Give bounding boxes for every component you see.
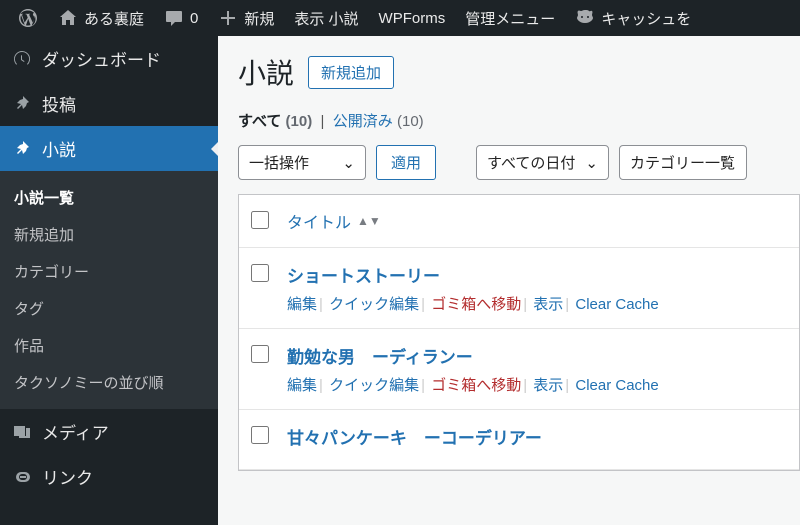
table-row: 甘々パンケーキ ーコーデリアー — [239, 410, 799, 470]
sort-icon: ▲▼ — [357, 214, 381, 228]
apply-button[interactable]: 適用 — [376, 145, 436, 180]
sidebar-item-dashboard[interactable]: ダッシュボード — [0, 36, 218, 81]
sidebar-item-links[interactable]: リンク — [0, 454, 218, 499]
plus-icon — [218, 8, 238, 28]
category-filter-select[interactable]: カテゴリー一覧 — [619, 145, 747, 180]
submenu-tag[interactable]: タグ — [0, 290, 218, 327]
media-icon — [12, 422, 32, 442]
table-header-row: タイトル ▲▼ — [239, 195, 799, 248]
sidebar-item-media[interactable]: メディア — [0, 409, 218, 454]
action-view[interactable]: 表示 — [533, 377, 563, 394]
action-clear-cache[interactable]: Clear Cache — [575, 296, 658, 313]
site-name: ある裏庭 — [84, 8, 144, 29]
date-filter-select[interactable]: すべての日付 ⌄ — [476, 145, 609, 180]
cache-link[interactable]: キャッシュを — [565, 0, 701, 36]
action-edit[interactable]: 編集 — [287, 296, 317, 313]
action-trash[interactable]: ゴミ箱へ移動 — [431, 377, 521, 394]
chevron-down-icon: ⌄ — [342, 154, 355, 172]
row-checkbox[interactable] — [251, 264, 269, 282]
table-row: ショートストーリー 編集| クイック編集| ゴミ箱へ移動| 表示| Clear … — [239, 248, 799, 329]
chevron-down-icon: ⌄ — [585, 154, 598, 172]
comments-count: 0 — [190, 10, 198, 27]
submenu-add[interactable]: 新規追加 — [0, 216, 218, 253]
posts-table: タイトル ▲▼ ショートストーリー 編集| クイック編集| ゴミ箱へ移動| 表示… — [238, 194, 800, 471]
tiger-icon — [575, 8, 595, 28]
row-checkbox[interactable] — [251, 345, 269, 363]
action-quick-edit[interactable]: クイック編集 — [329, 377, 419, 394]
post-title-link[interactable]: 甘々パンケーキ ーコーデリアー — [287, 424, 542, 449]
sidebar-item-novel[interactable]: 小説 — [0, 126, 218, 171]
pin-icon — [12, 94, 32, 114]
wordpress-icon — [18, 8, 38, 28]
sidebar-label: 投稿 — [42, 91, 76, 116]
dashboard-icon — [12, 49, 32, 69]
column-title-header[interactable]: タイトル ▲▼ — [287, 209, 787, 233]
row-actions: 編集| クイック編集| ゴミ箱へ移動| 表示| Clear Cache — [287, 374, 787, 395]
sidebar-label: 小説 — [42, 136, 76, 161]
table-controls: 一括操作 ⌄ 適用 すべての日付 ⌄ カテゴリー一覧 — [238, 145, 800, 180]
submenu-list[interactable]: 小説一覧 — [0, 179, 218, 216]
home-icon — [58, 8, 78, 28]
filter-all[interactable]: すべて (10) — [238, 113, 316, 130]
submenu-taxonomy[interactable]: タクソノミーの並び順 — [0, 364, 218, 401]
action-clear-cache[interactable]: Clear Cache — [575, 377, 658, 394]
comment-icon — [164, 8, 184, 28]
select-all-checkbox[interactable] — [251, 211, 269, 229]
action-edit[interactable]: 編集 — [287, 377, 317, 394]
novel-submenu: 小説一覧 新規追加 カテゴリー タグ 作品 タクソノミーの並び順 — [0, 171, 218, 409]
post-title-link[interactable]: ショートストーリー — [287, 262, 440, 287]
submenu-works[interactable]: 作品 — [0, 327, 218, 364]
main-content: 小説 新規追加 すべて (10) | 公開済み (10) 一括操作 ⌄ 適用 す… — [218, 36, 800, 525]
new-label: 新規 — [244, 8, 274, 29]
admin-sidebar: ダッシュボード 投稿 小説 小説一覧 新規追加 カテゴリー タグ 作品 タクソノ… — [0, 36, 218, 525]
sidebar-label: メディア — [42, 419, 109, 444]
add-new-button[interactable]: 新規追加 — [308, 56, 394, 89]
row-actions: 編集| クイック編集| ゴミ箱へ移動| 表示| Clear Cache — [287, 293, 787, 314]
table-row: 勤勉な男 ーディランー 編集| クイック編集| ゴミ箱へ移動| 表示| Clea… — [239, 329, 799, 410]
bulk-action-select[interactable]: 一括操作 ⌄ — [238, 145, 366, 180]
filter-published[interactable]: 公開済み (10) — [333, 113, 424, 130]
admin-menu-link[interactable]: 管理メニュー — [455, 0, 565, 36]
submenu-category[interactable]: カテゴリー — [0, 253, 218, 290]
status-filters: すべて (10) | 公開済み (10) — [238, 110, 800, 131]
wp-logo[interactable] — [8, 0, 48, 36]
view-novel[interactable]: 表示 小説 — [284, 0, 368, 36]
site-home[interactable]: ある裏庭 — [48, 0, 154, 36]
admin-bar: ある裏庭 0 新規 表示 小説 WPForms 管理メニュー キャッシュを — [0, 0, 800, 36]
action-trash[interactable]: ゴミ箱へ移動 — [431, 296, 521, 313]
pin-icon — [12, 139, 32, 159]
page-title: 小説 — [238, 52, 294, 92]
post-title-link[interactable]: 勤勉な男 ーディランー — [287, 343, 473, 368]
sidebar-item-posts[interactable]: 投稿 — [0, 81, 218, 126]
action-view[interactable]: 表示 — [533, 296, 563, 313]
wpforms-link[interactable]: WPForms — [369, 0, 456, 36]
comments-link[interactable]: 0 — [154, 0, 208, 36]
sidebar-label: リンク — [42, 464, 93, 489]
page-header: 小説 新規追加 — [238, 52, 800, 92]
action-quick-edit[interactable]: クイック編集 — [329, 296, 419, 313]
row-checkbox[interactable] — [251, 426, 269, 444]
sidebar-label: ダッシュボード — [42, 46, 161, 71]
new-content[interactable]: 新規 — [208, 0, 284, 36]
link-icon — [12, 467, 32, 487]
